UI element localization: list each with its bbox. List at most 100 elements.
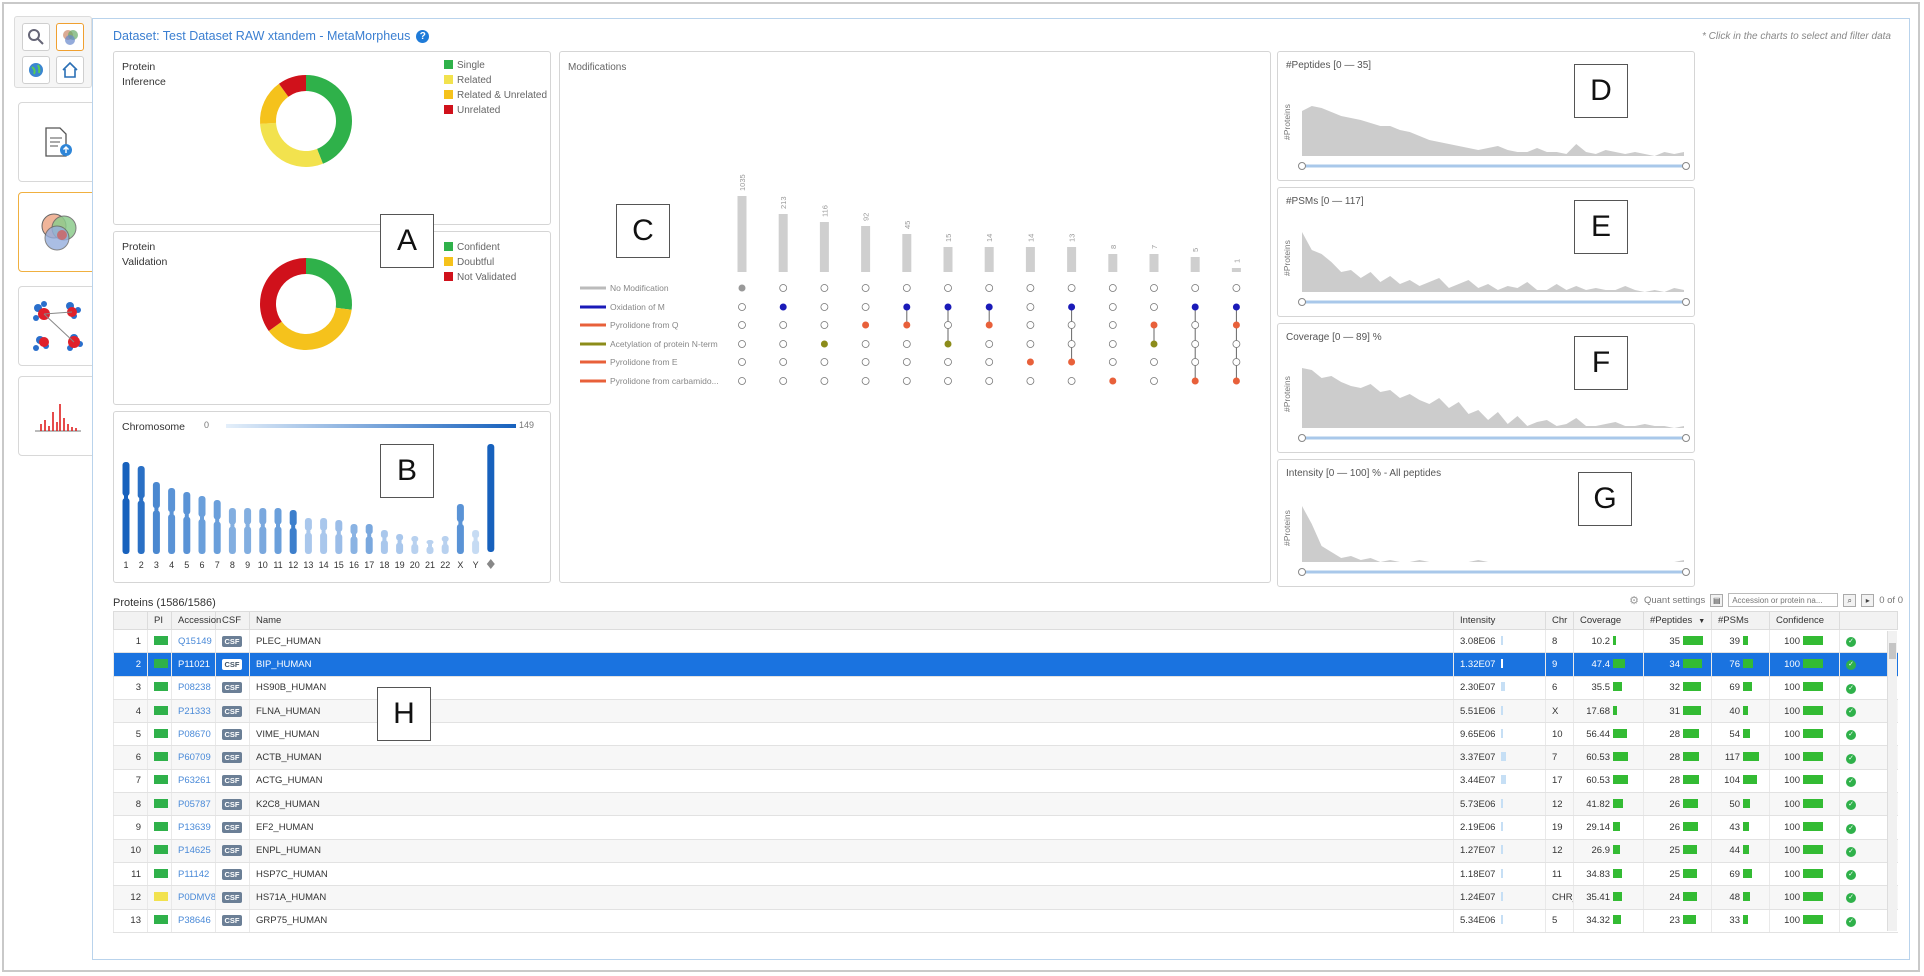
intersection-dot[interactable]: [1108, 303, 1117, 311]
accession-link[interactable]: P08670: [178, 729, 211, 740]
intersection-dot[interactable]: [779, 358, 788, 366]
table-row[interactable]: 1 Q15149 CSF PLEC_HUMAN 3.08E06 8 10.2 35 39 100 ✓: [113, 629, 1898, 654]
table-row[interactable]: 7 P63261 CSF ACTG_HUMAN 3.44E07 17 60.53 28 104 1…: [113, 769, 1898, 794]
accession-link[interactable]: P0DMV8: [178, 892, 216, 903]
intersection-dot[interactable]: [1026, 377, 1035, 385]
csf-badge-icon[interactable]: CSF: [222, 635, 242, 647]
column-header[interactable]: PI: [147, 611, 172, 630]
table-row[interactable]: 12 P0DMV8 CSF HS71A_HUMAN 1.24E07 CHR_H 35.41 2…: [113, 885, 1898, 910]
intersection-dot[interactable]: [1232, 377, 1240, 385]
tab-dataset-document[interactable]: [18, 102, 98, 182]
modification-bar[interactable]: [902, 234, 912, 272]
intersection-dot[interactable]: [1067, 377, 1076, 385]
inference-legend-item[interactable]: Related & Unrelated: [444, 88, 547, 103]
intersection-dot[interactable]: [985, 340, 994, 348]
chromosome-X[interactable]: [456, 504, 464, 554]
accession-link[interactable]: P05787: [178, 799, 211, 810]
intensity-histogram[interactable]: [1298, 482, 1692, 584]
table-row[interactable]: 10 P14625 CSF ENPL_HUMAN 1.27E07 12 26.9 25 44 10…: [113, 839, 1898, 863]
intersection-dot[interactable]: [820, 340, 828, 348]
modification-bar[interactable]: [1067, 247, 1077, 272]
intersection-dot[interactable]: [861, 358, 870, 366]
accession-cell[interactable]: P21333: [171, 699, 216, 724]
intersection-dot[interactable]: [944, 284, 952, 292]
intersection-dot[interactable]: [779, 377, 788, 385]
csf-cell[interactable]: CSF: [215, 839, 250, 863]
tab-protein-network[interactable]: [18, 286, 98, 366]
table-row[interactable]: 2 P11021 CSF BIP_HUMAN 1.32E07 9 47.4 34 76 100 ✓: [113, 652, 1898, 677]
intersection-dot[interactable]: [861, 340, 870, 348]
csf-badge-icon[interactable]: CSF: [222, 798, 242, 810]
tab-overview-venn[interactable]: [18, 192, 98, 272]
intersection-dot[interactable]: [944, 340, 952, 348]
intersection-dot[interactable]: [1026, 358, 1034, 366]
intersection-dot[interactable]: [1068, 358, 1076, 366]
intersection-dot[interactable]: [985, 358, 994, 366]
intersection-dot[interactable]: [1026, 321, 1035, 329]
intersection-dot[interactable]: [1150, 358, 1158, 366]
chromosome-6[interactable]: [198, 496, 206, 554]
chromosome-20[interactable]: [411, 536, 419, 554]
accession-cell[interactable]: P63261: [171, 769, 216, 794]
table-row[interactable]: 8 P05787 CSF K2C8_HUMAN 5.73E06 12 41.82 26 50 10…: [113, 792, 1898, 817]
intersection-dot[interactable]: [1191, 321, 1200, 329]
intersection-dot[interactable]: [902, 377, 911, 385]
column-header[interactable]: [1839, 611, 1898, 630]
csf-cell[interactable]: CSF: [215, 629, 250, 654]
accession-cell[interactable]: P11142: [171, 862, 216, 887]
validation-slice-0[interactable]: [306, 258, 352, 310]
intersection-dot[interactable]: [1150, 377, 1158, 385]
modification-name[interactable]: Pyrolidone from Q: [610, 320, 679, 330]
chromosome-15[interactable]: [335, 520, 343, 554]
range-slider-max-handle[interactable]: [1682, 162, 1690, 170]
csf-cell[interactable]: CSF: [215, 909, 250, 933]
csf-cell[interactable]: CSF: [215, 652, 250, 677]
accession-cell[interactable]: Q15149: [171, 629, 216, 654]
accession-link[interactable]: P14625: [178, 845, 211, 856]
modification-name[interactable]: No Modification: [610, 283, 669, 293]
accession-cell[interactable]: P38646: [171, 909, 216, 933]
inference-legend-item[interactable]: Single: [444, 58, 547, 73]
chromosome-17[interactable]: [365, 524, 373, 554]
chromosome-5[interactable]: [183, 492, 191, 554]
intersection-dot[interactable]: [1191, 284, 1200, 292]
intersection-dot[interactable]: [820, 303, 829, 311]
range-slider-max-handle[interactable]: [1682, 298, 1690, 306]
modification-bar[interactable]: [1149, 254, 1159, 272]
intersection-dot[interactable]: [1067, 284, 1076, 292]
chromosome-11[interactable]: [274, 508, 282, 554]
intersection-dot[interactable]: [1026, 303, 1035, 311]
accession-cell[interactable]: P0DMV8: [171, 885, 216, 910]
column-header[interactable]: Intensity: [1453, 611, 1546, 630]
accession-cell[interactable]: P08670: [171, 722, 216, 747]
intersection-dot[interactable]: [944, 303, 952, 311]
intersection-dot[interactable]: [1067, 321, 1076, 329]
column-header[interactable]: Chr: [1545, 611, 1574, 630]
range-slider-min-handle[interactable]: [1298, 298, 1306, 306]
range-slider-min-handle[interactable]: [1298, 162, 1306, 170]
csf-badge-icon[interactable]: CSF: [222, 868, 242, 880]
range-slider-min-handle[interactable]: [1298, 568, 1306, 576]
intersection-dot[interactable]: [738, 284, 746, 292]
intersection-dot[interactable]: [1108, 321, 1117, 329]
intersection-dot[interactable]: [944, 377, 952, 385]
sort-descending-icon[interactable]: ▼: [1698, 618, 1705, 625]
modification-name[interactable]: Oxidation of M: [610, 302, 665, 312]
intersection-dot[interactable]: [1068, 303, 1076, 311]
modification-bar[interactable]: [943, 247, 953, 272]
range-slider-min-handle[interactable]: [1298, 434, 1306, 442]
modification-name[interactable]: Pyrolidone from carbamido...: [610, 376, 719, 386]
intersection-dot[interactable]: [1108, 284, 1117, 292]
accession-link[interactable]: P11142: [178, 869, 209, 880]
intersection-dot[interactable]: [1232, 321, 1240, 329]
unknown-chromosome[interactable]: [487, 444, 495, 552]
venn-tool-button[interactable]: [56, 23, 84, 51]
protein-inference-donut[interactable]: [252, 67, 360, 175]
intersection-dot[interactable]: [738, 358, 746, 366]
csf-badge-icon[interactable]: CSF: [222, 891, 242, 903]
intersection-dot[interactable]: [738, 303, 746, 311]
validation-legend-item[interactable]: Doubtful: [444, 255, 516, 270]
gear-icon[interactable]: ⚙: [1629, 594, 1639, 607]
modification-bar[interactable]: [737, 196, 747, 272]
csf-badge-icon[interactable]: CSF: [222, 682, 242, 694]
